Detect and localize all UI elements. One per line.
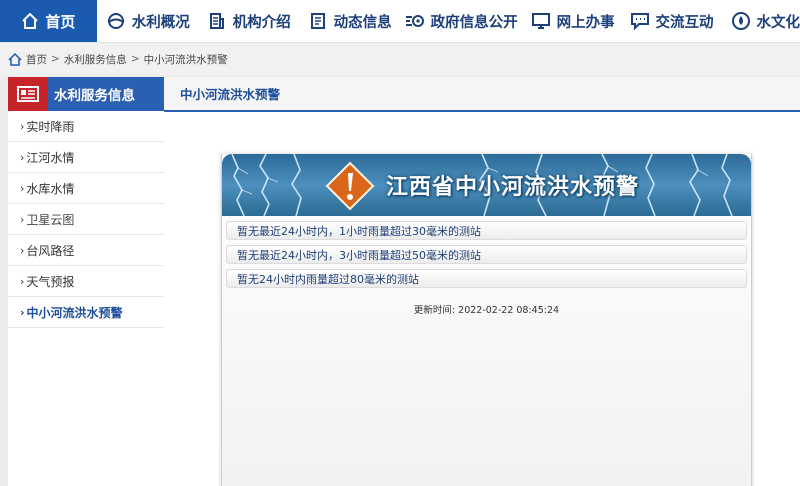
eye-list-icon bbox=[404, 10, 426, 32]
sidebar-item-rainfall[interactable]: › 实时降雨 bbox=[8, 111, 164, 142]
building-icon bbox=[206, 10, 228, 32]
breadcrumb: 首页 > 水利服务信息 > 中小河流洪水预警 bbox=[0, 42, 800, 75]
warning-row: 暂无24小时内雨量超过80毫米的测站 bbox=[226, 269, 747, 288]
sidebar-item-label: 卫星云图 bbox=[26, 212, 75, 227]
water-drop-icon bbox=[730, 10, 752, 32]
chevron-right-icon: › bbox=[20, 181, 25, 195]
water-globe-icon bbox=[105, 10, 127, 32]
warning-row: 暂无最近24小时内，3小时雨量超过50毫米的测站 bbox=[226, 245, 747, 264]
chevron-right-icon: › bbox=[20, 212, 25, 226]
sidebar-title: 水利服务信息 bbox=[54, 88, 135, 104]
breadcrumb-level1[interactable]: 水利服务信息 bbox=[64, 52, 127, 67]
chevron-right-icon: › bbox=[20, 119, 25, 133]
nav-item-water-overview[interactable]: 水利概况 bbox=[105, 0, 190, 42]
page-area: 水利服务信息 › 实时降雨 › 江河水情 › 水库水情 › 卫星云图 › 台风路… bbox=[0, 75, 800, 486]
nav-item-label: 网上办事 bbox=[556, 14, 615, 31]
chevron-right-icon: › bbox=[20, 150, 25, 164]
breadcrumb-separator: > bbox=[51, 53, 60, 65]
sidebar-item-label: 中小河流洪水预警 bbox=[26, 305, 123, 320]
nav-item-label: 机构介绍 bbox=[232, 14, 291, 31]
breadcrumb-separator: > bbox=[130, 53, 140, 65]
update-label: 更新时间: bbox=[413, 305, 456, 316]
main-content: 中小河流洪水预警 江西省中小河流洪水预警 暂无最近24小时内，1小时雨量超过30… bbox=[164, 77, 800, 486]
news-list-icon bbox=[17, 86, 39, 102]
sidebar: 水利服务信息 › 实时降雨 › 江河水情 › 水库水情 › 卫星云图 › 台风路… bbox=[8, 77, 164, 486]
sidebar-item-reservoir[interactable]: › 水库水情 bbox=[8, 173, 164, 204]
home-icon bbox=[22, 12, 39, 29]
sidebar-item-river[interactable]: › 江河水情 bbox=[8, 142, 164, 173]
sidebar-item-label: 水库水情 bbox=[26, 181, 75, 196]
nav-item-institution[interactable]: 机构介绍 bbox=[206, 0, 291, 42]
top-nav: 首页 水利概况 机构介绍 动态信息 政府信息公开 网上办事 交流互动 水文化 bbox=[0, 0, 800, 42]
nav-item-label: 水利概况 bbox=[131, 14, 190, 31]
section-tab-bar: 中小河流洪水预警 bbox=[164, 77, 800, 112]
nav-item-label: 交流互动 bbox=[655, 14, 714, 31]
sidebar-item-typhoon[interactable]: › 台风路径 bbox=[8, 235, 164, 266]
sidebar-item-satellite[interactable]: › 卫星云图 bbox=[8, 204, 164, 235]
flood-warning-panel: 江西省中小河流洪水预警 暂无最近24小时内，1小时雨量超过30毫米的测站 暂无最… bbox=[221, 154, 752, 486]
sidebar-item-label: 台风路径 bbox=[26, 243, 75, 258]
home-icon bbox=[8, 52, 22, 66]
sidebar-item-flood-warning[interactable]: › 中小河流洪水预警 bbox=[8, 297, 164, 328]
nav-home-label: 首页 bbox=[45, 12, 76, 31]
nav-item-gov-info[interactable]: 政府信息公开 bbox=[404, 0, 518, 42]
sidebar-item-label: 天气预报 bbox=[26, 274, 75, 289]
nav-item-label: 政府信息公开 bbox=[430, 14, 518, 31]
nav-item-water-culture[interactable]: 水文化 bbox=[730, 0, 800, 42]
sidebar-header-badge bbox=[8, 77, 48, 111]
chevron-right-icon: › bbox=[20, 305, 25, 319]
nav-item-news[interactable]: 动态信息 bbox=[307, 0, 392, 42]
chat-icon bbox=[629, 10, 651, 32]
chevron-right-icon: › bbox=[20, 243, 25, 257]
warning-row: 暂无最近24小时内，1小时雨量超过30毫米的测站 bbox=[226, 221, 747, 240]
sidebar-item-weather[interactable]: › 天气预报 bbox=[8, 266, 164, 297]
nav-item-interaction[interactable]: 交流互动 bbox=[629, 0, 714, 42]
breadcrumb-home[interactable]: 首页 bbox=[26, 52, 47, 67]
update-time: 更新时间: 2022-02-22 08:45:24 bbox=[222, 302, 751, 316]
document-icon bbox=[307, 10, 329, 32]
warning-banner: 江西省中小河流洪水预警 bbox=[222, 154, 751, 216]
update-value: 2022-02-22 08:45:24 bbox=[458, 305, 560, 316]
warning-icon bbox=[325, 161, 375, 211]
sidebar-item-label: 实时降雨 bbox=[26, 119, 75, 134]
sidebar-item-label: 江河水情 bbox=[26, 150, 75, 165]
sidebar-header: 水利服务信息 bbox=[8, 77, 164, 111]
chevron-right-icon: › bbox=[20, 274, 25, 288]
monitor-icon bbox=[530, 10, 552, 32]
nav-item-online-service[interactable]: 网上办事 bbox=[530, 0, 615, 42]
banner-title: 江西省中小河流洪水预警 bbox=[386, 175, 640, 200]
breadcrumb-level2[interactable]: 中小河流洪水预警 bbox=[144, 52, 228, 67]
section-tab-title: 中小河流洪水预警 bbox=[180, 87, 281, 102]
nav-item-label: 水文化 bbox=[756, 14, 800, 31]
nav-item-label: 动态信息 bbox=[333, 14, 392, 31]
nav-home[interactable]: 首页 bbox=[0, 0, 97, 42]
